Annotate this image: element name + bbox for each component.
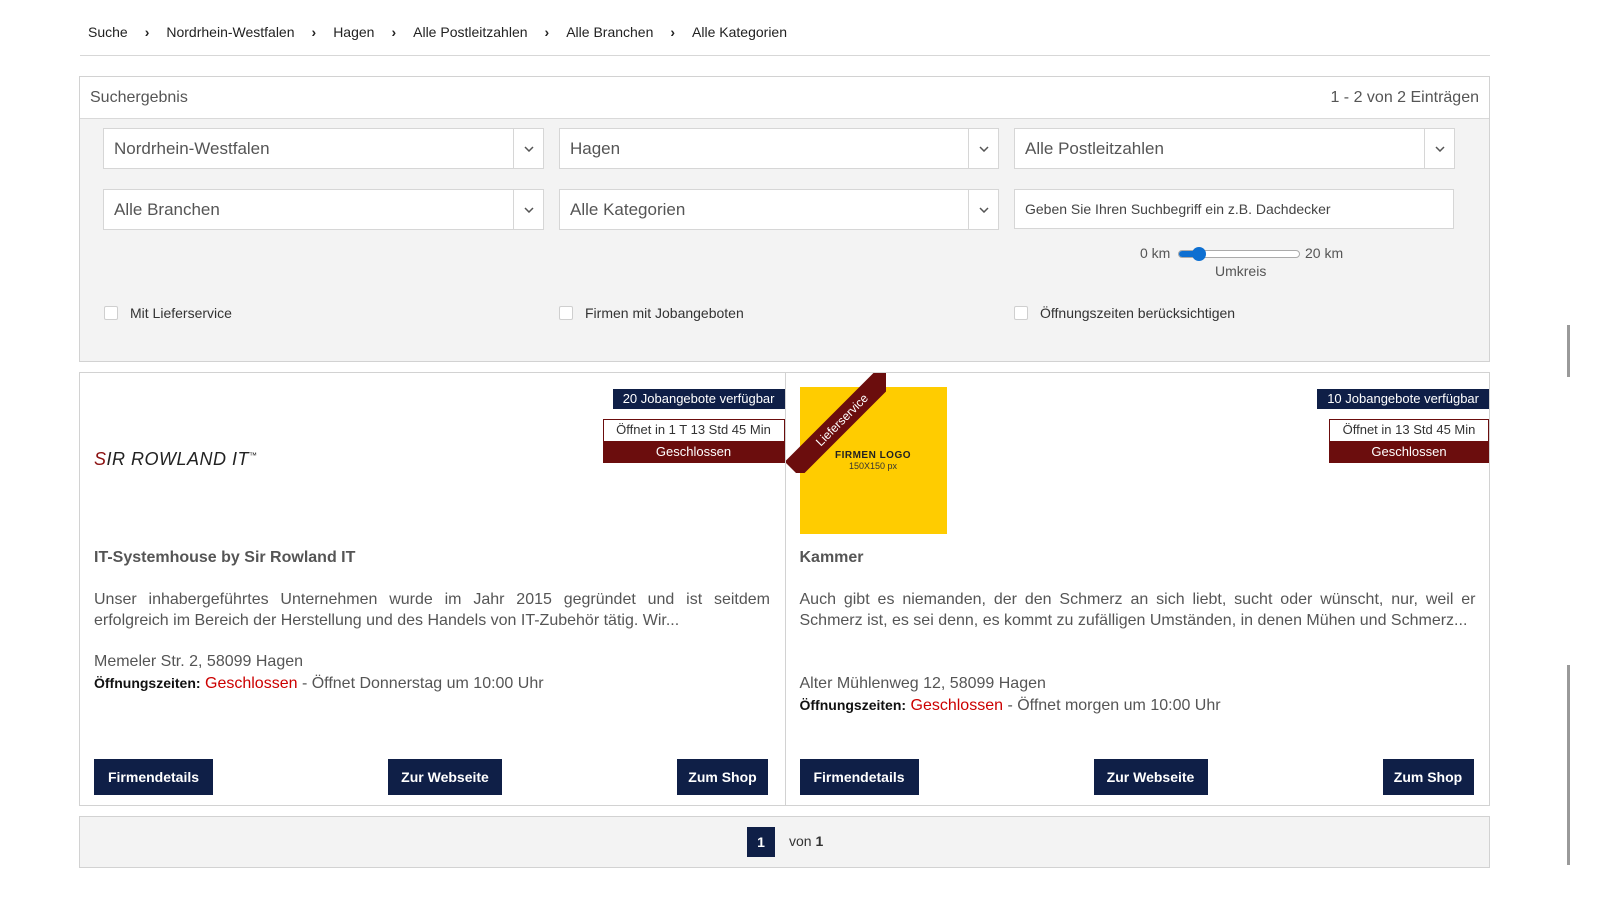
state-select[interactable]: Nordrhein-Westfalen bbox=[103, 128, 544, 169]
checkbox-box[interactable] bbox=[104, 306, 118, 320]
delivery-ribbon: Lieferservice bbox=[785, 373, 886, 473]
company-description: Unser inhabergeführtes Unternehmen wurde… bbox=[94, 591, 770, 629]
page-current[interactable]: 1 bbox=[747, 827, 775, 857]
checkbox-box[interactable] bbox=[1014, 306, 1028, 320]
search-panel: Suchergebnis 1 - 2 von 2 Einträgen Nordr… bbox=[79, 76, 1490, 362]
opens-in-text: Öffnet in 1 T 13 Std 45 Min bbox=[603, 420, 784, 441]
company-title[interactable]: Kammer bbox=[800, 549, 864, 567]
shop-button[interactable]: Zum Shop bbox=[1382, 759, 1474, 795]
chevron-right-icon: › bbox=[311, 24, 317, 40]
company-card: FIRMEN LOGO 150X150 px Lieferservice 10 … bbox=[784, 373, 1489, 805]
opening-hours-status: Geschlossen bbox=[205, 675, 298, 692]
city-select-value: Hagen bbox=[570, 139, 621, 158]
opening-hours-label: Öffnungszeiten: bbox=[799, 697, 907, 713]
opening-hours-next: - Öffnet morgen um 10:00 Uhr bbox=[1003, 697, 1221, 714]
result-count: 1 - 2 von 2 Einträgen bbox=[1330, 88, 1479, 106]
company-logo[interactable]: SIR ROWLAND IT™ bbox=[94, 449, 258, 470]
job-offers-badge[interactable]: 10 Jobangebote verfügbar bbox=[1317, 389, 1489, 409]
delivery-checkbox-label: Mit Lieferservice bbox=[130, 305, 232, 321]
radius-label: Umkreis bbox=[1215, 263, 1267, 279]
zip-select[interactable]: Alle Postleitzahlen bbox=[1014, 128, 1455, 169]
jobs-checkbox[interactable]: Firmen mit Jobangeboten bbox=[559, 305, 744, 321]
chevron-down-icon bbox=[968, 190, 998, 229]
breadcrumb-item-state[interactable]: Nordrhein-Westfalen bbox=[166, 22, 294, 42]
company-address: Alter Mühlenweg 12, 58099 Hagen bbox=[799, 675, 1046, 692]
delivery-ribbon-label: Lieferservice bbox=[785, 373, 886, 473]
breadcrumb-item-branch[interactable]: Alle Branchen bbox=[566, 22, 653, 42]
website-button[interactable]: Zur Webseite bbox=[1093, 759, 1208, 795]
breadcrumb-item-category[interactable]: Alle Kategorien bbox=[692, 22, 787, 42]
search-input[interactable] bbox=[1014, 189, 1454, 229]
pagination: 1 von 1 bbox=[79, 816, 1490, 868]
opening-hours-next: - Öffnet Donnerstag um 10:00 Uhr bbox=[297, 675, 544, 692]
job-offers-badge[interactable]: 20 Jobangebote verfügbar bbox=[612, 389, 785, 409]
chevron-down-icon bbox=[968, 129, 998, 168]
website-button[interactable]: Zur Webseite bbox=[388, 759, 502, 795]
company-details-button[interactable]: Firmendetails bbox=[799, 759, 919, 795]
chevron-right-icon: › bbox=[391, 24, 397, 40]
company-description: Auch gibt es niemanden, der den Schmerz … bbox=[799, 591, 1476, 629]
company-card: SIR ROWLAND IT™ 20 Jobangebote verfügbar… bbox=[80, 373, 785, 805]
page-of-label: von bbox=[789, 833, 812, 849]
shop-button[interactable]: Zum Shop bbox=[677, 759, 768, 795]
delivery-checkbox[interactable]: Mit Lieferservice bbox=[104, 305, 232, 321]
chevron-right-icon: › bbox=[670, 24, 676, 40]
company-address: Memeler Str. 2, 58099 Hagen bbox=[94, 653, 304, 670]
search-panel-header: Suchergebnis 1 - 2 von 2 Einträgen bbox=[80, 77, 1489, 119]
company-details-button[interactable]: Firmendetails bbox=[94, 759, 213, 795]
chevron-down-icon bbox=[1424, 129, 1454, 168]
category-select-value: Alle Kategorien bbox=[570, 200, 686, 219]
closed-status: Geschlossen bbox=[603, 441, 784, 462]
radius-slider[interactable] bbox=[1178, 247, 1300, 261]
opens-in-text: Öffnet in 13 Std 45 Min bbox=[1330, 420, 1488, 441]
opening-status-box: Öffnet in 1 T 13 Std 45 Min Geschlossen bbox=[602, 419, 785, 463]
chevron-down-icon bbox=[513, 129, 543, 168]
breadcrumb-item-city[interactable]: Hagen bbox=[333, 22, 374, 42]
branch-select[interactable]: Alle Branchen bbox=[103, 189, 544, 230]
chevron-down-icon bbox=[513, 190, 543, 229]
page-total: von 1 bbox=[789, 833, 823, 849]
page-total-value: 1 bbox=[815, 833, 824, 849]
branch-select-value: Alle Branchen bbox=[114, 200, 220, 219]
opening-status-box: Öffnet in 13 Std 45 Min Geschlossen bbox=[1329, 419, 1489, 463]
chevron-right-icon: › bbox=[144, 24, 150, 40]
breadcrumb: Suche › Nordrhein-Westfalen › Hagen › Al… bbox=[80, 22, 1490, 56]
zip-select-value: Alle Postleitzahlen bbox=[1025, 139, 1164, 158]
jobs-checkbox-label: Firmen mit Jobangeboten bbox=[585, 305, 744, 321]
opening-hours-label: Öffnungszeiten: bbox=[94, 675, 201, 691]
opening-hours-status: Geschlossen bbox=[910, 697, 1004, 714]
results-list: SIR ROWLAND IT™ 20 Jobangebote verfügbar… bbox=[79, 372, 1490, 806]
radius-max-label: 20 km bbox=[1305, 245, 1344, 261]
radius-min-label: 0 km bbox=[1140, 245, 1171, 261]
city-select[interactable]: Hagen bbox=[559, 128, 999, 169]
hours-checkbox-label: Öffnungszeiten berücksichtigen bbox=[1040, 305, 1236, 321]
breadcrumb-item-suche[interactable]: Suche bbox=[88, 22, 128, 42]
closed-status: Geschlossen bbox=[1330, 441, 1488, 462]
scrollbar-track[interactable] bbox=[1567, 665, 1570, 865]
opening-hours: Öffnungszeiten: Geschlossen - Öffnet mor… bbox=[800, 697, 1221, 715]
category-select[interactable]: Alle Kategorien bbox=[559, 189, 999, 230]
breadcrumb-item-zip[interactable]: Alle Postleitzahlen bbox=[413, 22, 527, 42]
panel-title: Suchergebnis bbox=[90, 88, 188, 106]
company-title[interactable]: IT-Systemhouse by Sir Rowland IT bbox=[94, 549, 355, 567]
checkbox-box[interactable] bbox=[559, 306, 573, 320]
opening-hours: Öffnungszeiten: Geschlossen - Öffnet Don… bbox=[94, 675, 544, 693]
state-select-value: Nordrhein-Westfalen bbox=[114, 139, 270, 158]
hours-checkbox[interactable]: Öffnungszeiten berücksichtigen bbox=[1014, 305, 1235, 321]
chevron-right-icon: › bbox=[544, 24, 550, 40]
scrollbar-thumb[interactable] bbox=[1567, 325, 1570, 377]
radius-slider-thumb[interactable] bbox=[1191, 247, 1206, 261]
